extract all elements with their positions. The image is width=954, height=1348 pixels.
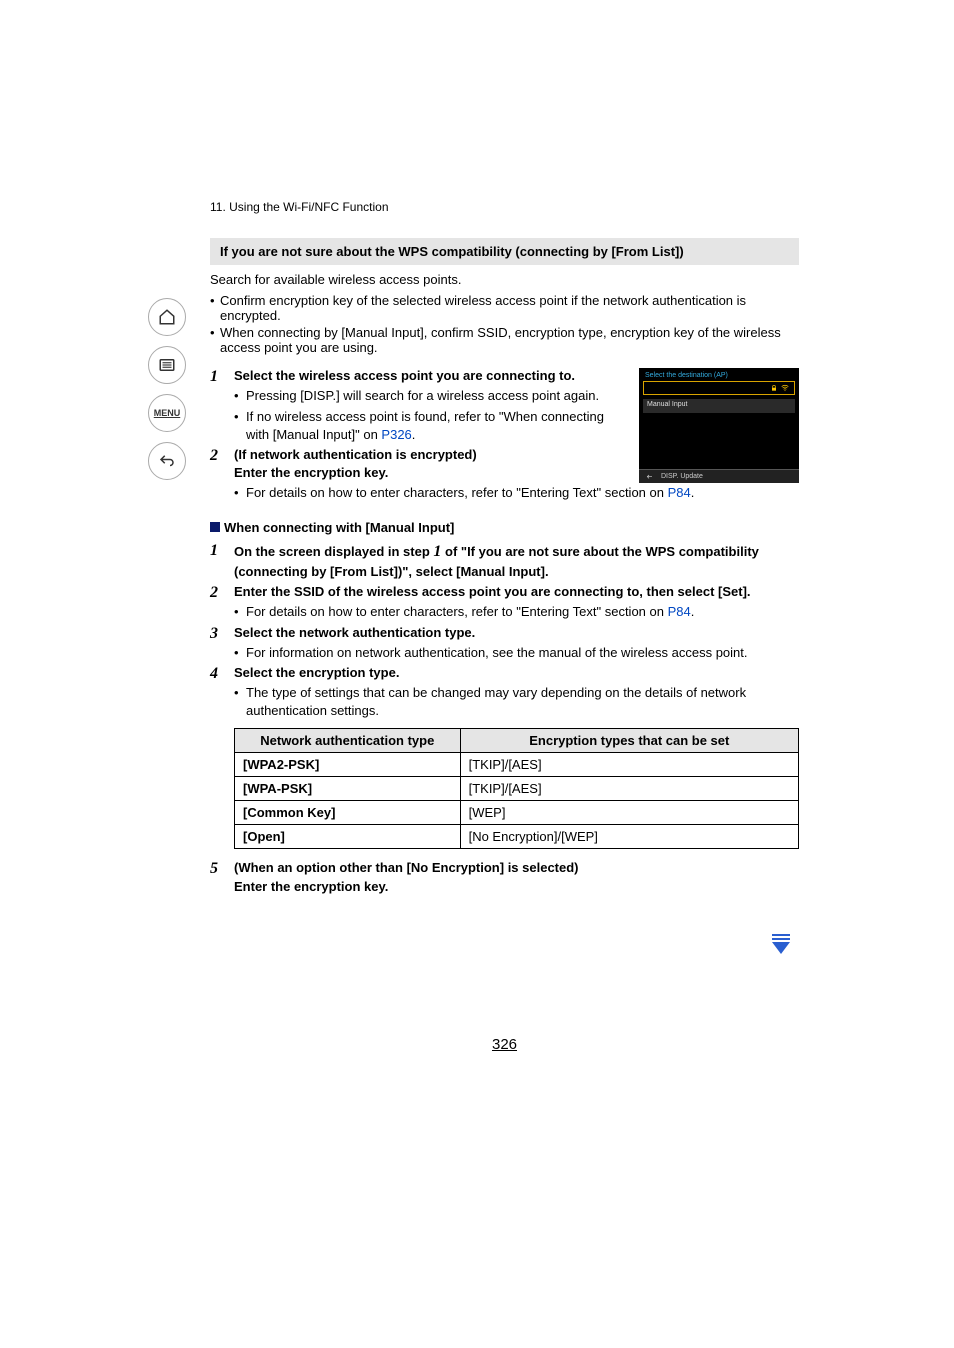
page-number: 326	[210, 1036, 799, 1053]
step: 4 Select the encryption type. •The type …	[210, 664, 799, 721]
table-header: Network authentication type	[235, 729, 461, 753]
table-row: [Common Key][WEP]	[235, 801, 799, 825]
page-link[interactable]: P326	[381, 427, 411, 442]
page-link[interactable]: P84	[668, 485, 691, 500]
lock-wifi-icon	[770, 383, 790, 392]
screenshot-title: Select the destination (AP)	[639, 368, 799, 381]
sidebar-nav: MENU	[148, 298, 190, 480]
home-icon	[158, 308, 176, 326]
menu-label: MENU	[154, 408, 181, 418]
intro-bullet: •When connecting by [Manual Input], conf…	[210, 325, 799, 355]
table-row: [WPA-PSK][TKIP]/[AES]	[235, 777, 799, 801]
section-heading: If you are not sure about the WPS compat…	[210, 238, 799, 265]
step: 3 Select the network authentication type…	[210, 624, 799, 662]
step: 1 Select the wireless access point you a…	[210, 367, 629, 444]
intro-text: Search for available wireless access poi…	[210, 271, 799, 289]
return-icon	[645, 473, 655, 481]
nav-menu-button[interactable]: MENU	[148, 394, 186, 432]
intro-bullet: •Confirm encryption key of the selected …	[210, 293, 799, 323]
continue-arrow-icon	[768, 934, 794, 959]
chapter-title: 11. Using the Wi-Fi/NFC Function	[210, 200, 799, 214]
nav-home-button[interactable]	[148, 298, 186, 336]
screenshot-manual-row: Manual Input	[643, 399, 795, 413]
contents-icon	[158, 356, 176, 374]
subsection-heading: When connecting with [Manual Input]	[210, 519, 799, 535]
step: 1 On the screen displayed in step 1 of "…	[210, 541, 799, 582]
page-link[interactable]: P84	[668, 604, 691, 619]
square-bullet-icon	[210, 522, 220, 532]
screenshot-selected-row	[643, 381, 795, 395]
step: 2 Enter the SSID of the wireless access …	[210, 583, 799, 621]
screenshot-footer: DISP. Update	[639, 469, 799, 483]
table-row: [Open][No Encryption]/[WEP]	[235, 825, 799, 849]
nav-contents-button[interactable]	[148, 346, 186, 384]
encryption-table: Network authentication type Encryption t…	[234, 728, 799, 849]
camera-screenshot: Select the destination (AP) Manual Input…	[639, 368, 799, 483]
back-icon	[158, 452, 176, 470]
table-header: Encryption types that can be set	[460, 729, 798, 753]
table-row: [WPA2-PSK][TKIP]/[AES]	[235, 753, 799, 777]
nav-back-button[interactable]	[148, 442, 186, 480]
step: 5 (When an option other than [No Encrypt…	[210, 859, 799, 895]
